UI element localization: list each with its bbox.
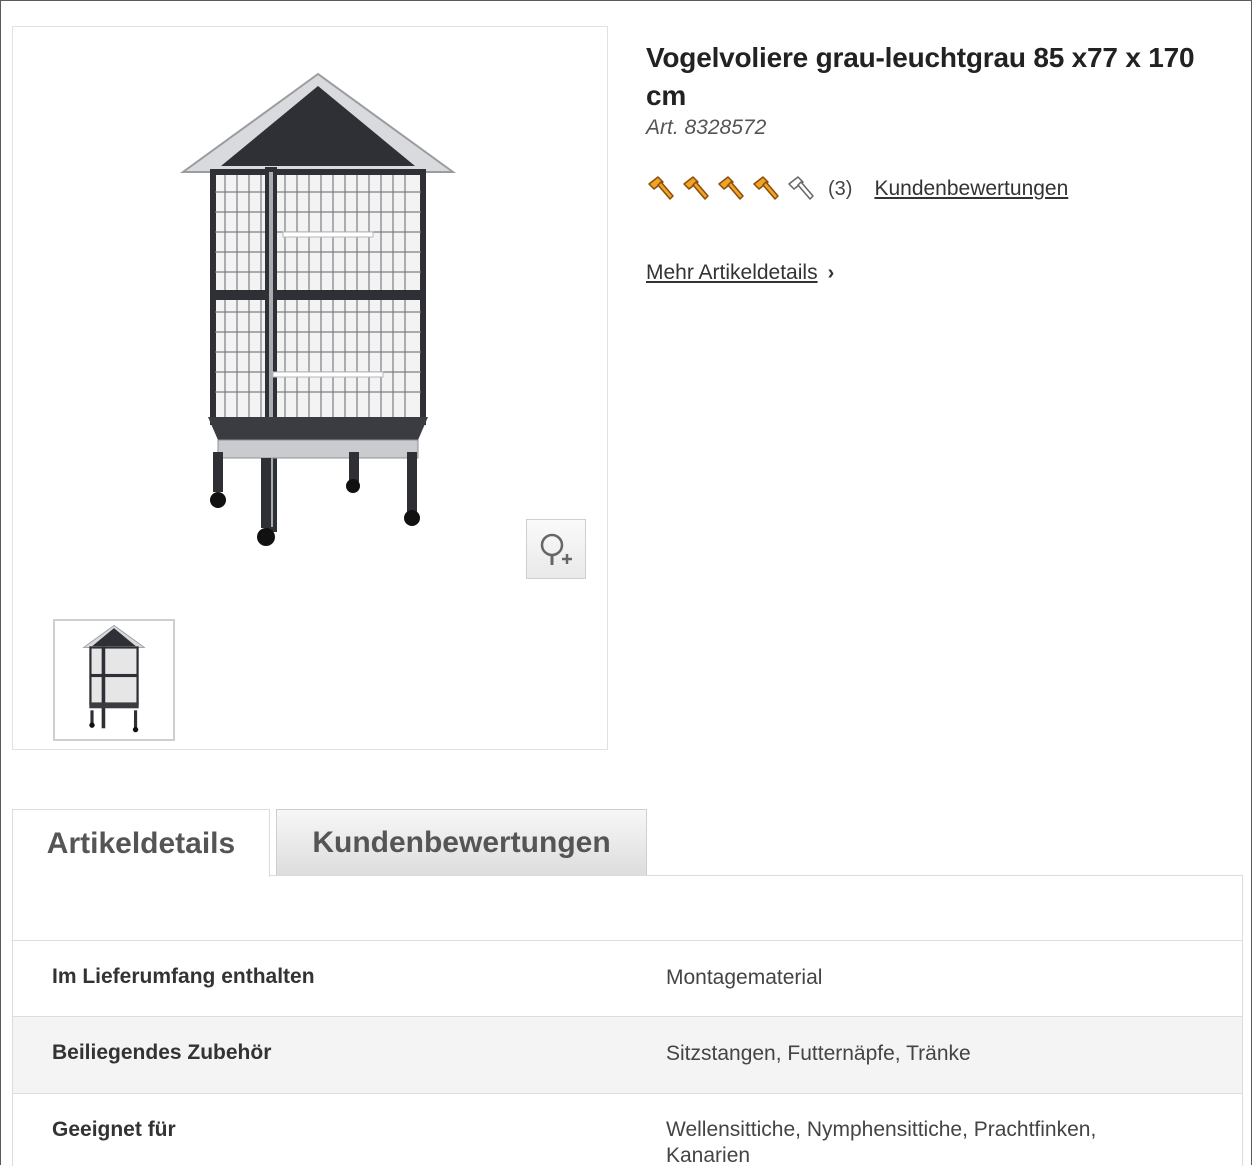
- detail-label: Geeignet für: [52, 1118, 176, 1141]
- tab-artikeldetails[interactable]: Artikeldetails: [12, 809, 270, 877]
- hammer-filled-icon: [753, 176, 779, 200]
- detail-row: Beiliegendes Zubehör Sitzstangen, Futter…: [13, 1016, 1242, 1093]
- rating-hammers: [646, 174, 821, 204]
- bird-aviary-cage-image: [179, 72, 457, 546]
- detail-row: Geeignet für Wellensittiche, Nymphensitt…: [13, 1093, 1242, 1173]
- page-frame: Vogelvoliere grau-leuchtgrau 85 x77 x 17…: [0, 0, 1252, 1173]
- chevron-right-icon: ›: [827, 261, 835, 284]
- rating-row: (3) Kundenbewertungen: [646, 171, 1068, 207]
- detail-value: Montagematerial: [666, 966, 823, 989]
- product-info: Vogelvoliere grau-leuchtgrau 85 x77 x 17…: [646, 39, 1226, 140]
- detail-label: Beiliegendes Zubehör: [52, 1041, 272, 1064]
- product-title: Vogelvoliere grau-leuchtgrau 85 x77 x 17…: [646, 42, 1195, 111]
- product-main-image[interactable]: [163, 72, 473, 562]
- hammer-filled-icon: [683, 176, 709, 200]
- rating-count: (3): [828, 177, 853, 200]
- detail-value: Wellensittiche, Nymphensittiche, Prachtf…: [666, 1118, 1097, 1167]
- tab-kundenbewertungen[interactable]: Kundenbewertungen: [276, 809, 647, 876]
- zoom-button[interactable]: [526, 519, 586, 579]
- hammer-filled-icon: [718, 176, 744, 200]
- details-panel: Im Lieferumfang enthalten Montagemateria…: [12, 875, 1243, 1173]
- detail-label: Im Lieferumfang enthalten: [52, 965, 315, 988]
- article-number: Art. 8328572: [646, 116, 767, 139]
- gallery-thumbnail[interactable]: [53, 619, 175, 741]
- detail-row: Im Lieferumfang enthalten Montagemateria…: [13, 940, 1242, 1016]
- hammer-filled-icon: [648, 176, 674, 200]
- bird-aviary-cage-thumbnail: [82, 625, 146, 733]
- reviews-link[interactable]: Kundenbewertungen: [874, 177, 1068, 201]
- hammer-empty-icon: [788, 176, 814, 200]
- detail-value: Sitzstangen, Futternäpfe, Tränke: [666, 1042, 971, 1065]
- more-details-link[interactable]: Mehr Artikeldetails ›: [646, 261, 834, 285]
- product-gallery: [12, 26, 608, 750]
- zoom-in-icon: [540, 533, 572, 565]
- more-details-label: Mehr Artikeldetails: [646, 261, 818, 284]
